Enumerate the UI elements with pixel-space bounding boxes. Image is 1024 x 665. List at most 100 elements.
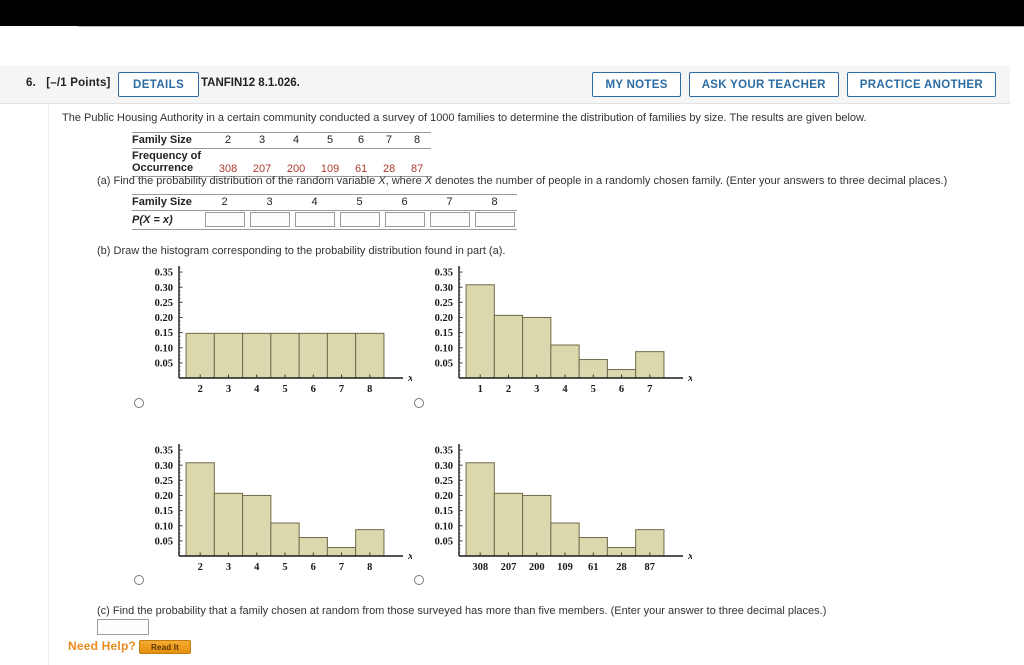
cell-size-3: 5 [313, 132, 348, 149]
details-button[interactable]: DETAILS [118, 72, 200, 97]
cell-size-a-3: 5 [337, 194, 382, 211]
radio-option-d[interactable] [414, 575, 424, 585]
survey-frequency-table: Family Size 2 3 4 5 6 7 8 Frequency of O… [132, 132, 432, 177]
svg-text:0.10: 0.10 [435, 343, 453, 354]
frequency-label-line1: Frequency of [132, 149, 202, 162]
probability-input-5[interactable] [429, 212, 470, 228]
answer-cell-5 [427, 210, 472, 231]
intro-text: The Public Housing Authority in a certai… [62, 112, 867, 124]
svg-text:4: 4 [562, 384, 568, 395]
probability-input-0[interactable] [204, 212, 245, 228]
pxx-label: P(X = x) [132, 210, 202, 231]
cell-freq-6: 87 [403, 148, 432, 177]
cell-size-5: 7 [375, 132, 404, 149]
cell-freq-5: 28 [375, 148, 404, 177]
probability-input-1[interactable] [249, 212, 290, 228]
probability-input-4[interactable] [384, 212, 425, 228]
svg-text:0.05: 0.05 [435, 358, 453, 369]
histogram-option-d[interactable]: 0.05 0.10 0.15 0.20 0.25 0.30 0.35 308 207 200 109… [407, 434, 693, 589]
question-header: 6. [–/1 Points] DETAILS TANFIN12 8.1.026… [0, 66, 1010, 104]
part-a-var-2: X [424, 175, 433, 187]
svg-text:0.15: 0.15 [155, 506, 173, 517]
histogram-option-a[interactable]: 0.050.100.150.200.250.300.352345678x [127, 256, 413, 411]
cell-size-a-0: 2 [202, 194, 247, 211]
svg-text:8: 8 [367, 562, 372, 573]
svg-text:5: 5 [282, 562, 287, 573]
table-row-family-size-a: Family Size 2 3 4 5 6 7 8 [132, 194, 517, 211]
svg-text:0.15: 0.15 [435, 506, 453, 517]
svg-text:3: 3 [226, 562, 231, 573]
radio-option-c[interactable] [134, 575, 144, 585]
svg-text:0.20: 0.20 [155, 313, 173, 324]
radio-option-a[interactable] [134, 398, 144, 408]
need-help-label: Need Help? [68, 639, 137, 653]
svg-text:0.35: 0.35 [435, 268, 453, 279]
svg-text:0.35: 0.35 [435, 446, 453, 457]
histogram-svg-c: 0.050.100.150.200.250.300.352345678x [155, 444, 413, 573]
histogram-option-c[interactable]: 0.050.100.150.200.250.300.352345678x [127, 434, 413, 589]
svg-text:5: 5 [282, 384, 287, 395]
table-row-family-size: Family Size 2 3 4 5 6 7 8 [132, 132, 432, 149]
histogram-svg-b: 0.05 0.10 0.15 0.20 0.25 0.30 0.35 1 2 3 4 5 6 7 x [435, 266, 693, 395]
answer-cell-0 [202, 210, 247, 231]
question-body-panel: The Public Housing Authority in a certai… [48, 104, 1010, 665]
svg-text:2: 2 [198, 384, 203, 395]
svg-text:7: 7 [339, 384, 344, 395]
answer-cell-2 [292, 210, 337, 231]
answer-cell-1 [247, 210, 292, 231]
svg-text:4: 4 [254, 384, 260, 395]
points-label: [–/1 Points] [46, 77, 111, 89]
frequency-label: Frequency of Occurrence [132, 148, 212, 177]
svg-text:7: 7 [647, 384, 652, 395]
svg-text:4: 4 [254, 562, 260, 573]
cell-size-4: 6 [347, 132, 376, 149]
svg-text:0.25: 0.25 [155, 476, 173, 487]
practice-another-button[interactable]: PRACTICE ANOTHER [846, 72, 996, 97]
cell-freq-0: 308 [211, 148, 246, 177]
svg-text:0.15: 0.15 [435, 328, 453, 339]
part-c-text: (c) Find the probability that a family c… [97, 605, 827, 617]
probability-input-3[interactable] [339, 212, 380, 228]
family-size-label: Family Size [132, 132, 212, 149]
svg-text:0.10: 0.10 [435, 521, 453, 532]
svg-text:0.10: 0.10 [155, 521, 173, 532]
histogram-option-b[interactable]: 0.05 0.10 0.15 0.20 0.25 0.30 0.35 1 2 3 4 5 6 7 x [407, 256, 693, 411]
svg-text:0.30: 0.30 [155, 461, 173, 472]
cell-freq-3: 109 [313, 148, 348, 177]
cell-size-a-1: 3 [247, 194, 292, 211]
part-c-answer-input[interactable] [97, 619, 149, 635]
browser-top-bar [0, 0, 1024, 26]
svg-text:0.30: 0.30 [155, 283, 173, 294]
cell-size-a-4: 6 [382, 194, 427, 211]
svg-text:0.20: 0.20 [435, 313, 453, 324]
svg-text:3: 3 [534, 384, 539, 395]
radio-option-b[interactable] [414, 398, 424, 408]
cell-freq-1: 207 [245, 148, 280, 177]
probability-input-6[interactable] [474, 212, 515, 228]
svg-text:0.25: 0.25 [155, 298, 173, 309]
svg-text:1: 1 [478, 384, 483, 395]
cell-size-a-6: 8 [472, 194, 517, 211]
cell-size-2: 4 [279, 132, 314, 149]
svg-text:0.30: 0.30 [435, 461, 453, 472]
question-number: 6. [26, 77, 36, 89]
question-points: 6. [–/1 Points] [26, 77, 111, 89]
probability-distribution-table: Family Size 2 3 4 5 6 7 8 P(X = x) [132, 194, 517, 231]
probability-input-2[interactable] [294, 212, 335, 228]
svg-text:0.20: 0.20 [155, 491, 173, 502]
answer-cell-3 [337, 210, 382, 231]
svg-text:7: 7 [339, 562, 344, 573]
question-code: TANFIN12 8.1.026. [201, 77, 300, 89]
my-notes-button[interactable]: MY NOTES [592, 72, 681, 97]
svg-text:0.15: 0.15 [155, 328, 173, 339]
svg-text:8: 8 [367, 384, 372, 395]
svg-text:308: 308 [472, 562, 488, 573]
read-it-button[interactable]: Read It [139, 640, 191, 654]
svg-text:61: 61 [588, 562, 599, 573]
header-button-group: MY NOTES ASK YOUR TEACHER PRACTICE ANOTH… [592, 72, 996, 97]
cell-size-0: 2 [211, 132, 246, 149]
svg-text:5: 5 [591, 384, 596, 395]
ask-your-teacher-button[interactable]: ASK YOUR TEACHER [688, 72, 839, 97]
svg-text:3: 3 [226, 384, 231, 395]
cell-size-a-5: 7 [427, 194, 472, 211]
